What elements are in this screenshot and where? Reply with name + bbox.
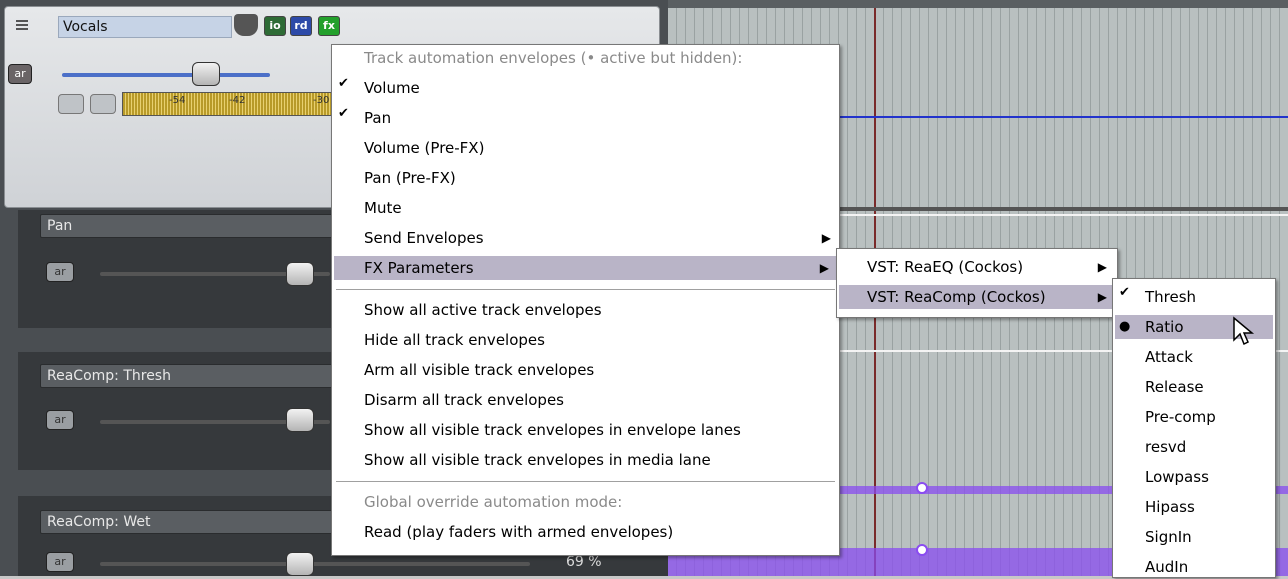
param-item-signin[interactable]: SignIn (1145, 525, 1192, 549)
submenu-item-label: VST: ReaComp (Cockos) (867, 288, 1046, 306)
menu-item-volume[interactable]: Volume (364, 76, 420, 100)
menu-item-show-in-lanes[interactable]: Show all visible track envelopes in enve… (364, 418, 741, 442)
fx-button[interactable]: fx (318, 16, 340, 36)
menu-item-volume-prefx[interactable]: Volume (Pre-FX) (364, 136, 484, 160)
menu-item-pan-prefx[interactable]: Pan (Pre-FX) (364, 166, 456, 190)
track-name-field[interactable]: Vocals (58, 16, 232, 38)
menu-separator (336, 289, 835, 290)
menu-item-label: FX Parameters (364, 259, 474, 277)
mute-icon[interactable] (58, 94, 84, 114)
submenu-arrow-icon: ▶ (1097, 260, 1107, 274)
param-item-attack[interactable]: Attack (1145, 345, 1193, 369)
route-button[interactable]: rd (290, 16, 312, 36)
menu-separator (336, 481, 835, 482)
check-icon: ✔ (1119, 285, 1130, 300)
lane-slider-knob[interactable] (286, 552, 314, 576)
lane-arm-button[interactable]: ar (46, 262, 74, 282)
menu-item-show-in-media-lane[interactable]: Show all visible track envelopes in medi… (364, 448, 711, 472)
track-menu-icon[interactable] (10, 18, 28, 34)
envelope-icon[interactable] (234, 14, 258, 36)
menu-item-pan[interactable]: Pan (364, 106, 391, 130)
meter-tick: -42 (229, 95, 246, 106)
mouse-cursor-icon (1233, 316, 1255, 346)
timeline-ruler (668, 0, 1288, 8)
io-button[interactable]: io (264, 16, 286, 36)
lane-label: Pan (40, 214, 348, 238)
lane-arm-button[interactable]: ar (46, 410, 74, 430)
menu-item-mute[interactable]: Mute (364, 196, 402, 220)
lane-slider-knob[interactable] (286, 408, 314, 432)
radio-dot-icon: ● (1119, 319, 1131, 334)
param-item-resvd[interactable]: resvd (1145, 435, 1186, 459)
menu-item-show-active[interactable]: Show all active track envelopes (364, 298, 602, 322)
menu-item-send-envelopes[interactable]: Send Envelopes ▶ (332, 226, 839, 250)
param-item-thresh[interactable]: Thresh (1145, 285, 1196, 309)
lane-slider-knob[interactable] (286, 262, 314, 286)
param-item-hipass[interactable]: Hipass (1145, 495, 1195, 519)
menu-header-global: Global override automation mode: (364, 493, 623, 511)
param-item-precomp[interactable]: Pre-comp (1145, 405, 1216, 429)
submenu-item-reaeq[interactable]: VST: ReaEQ (Cockos) ▶ (839, 255, 1115, 279)
automation-mode-button[interactable]: ar (8, 64, 32, 84)
lane-label: ReaComp: Thresh (40, 364, 348, 388)
menu-item-fx-parameters[interactable]: FX Parameters ▶ (334, 256, 837, 280)
lane-arm-button[interactable]: ar (46, 552, 74, 572)
param-item-release[interactable]: Release (1145, 375, 1204, 399)
menu-item-arm-visible[interactable]: Arm all visible track envelopes (364, 358, 594, 382)
level-meter: -54 -42 -30 (122, 92, 340, 116)
lane-value: 69 % (566, 554, 602, 570)
menu-header: Track automation envelopes (• active but… (364, 49, 743, 67)
param-item-label: Ratio (1145, 318, 1184, 336)
fx-submenu: VST: ReaEQ (Cockos) ▶ VST: ReaComp (Cock… (836, 248, 1118, 318)
menu-item-hide-all[interactable]: Hide all track envelopes (364, 328, 545, 352)
submenu-item-reacomp[interactable]: VST: ReaComp (Cockos) ▶ (839, 285, 1115, 309)
submenu-arrow-icon: ▶ (819, 261, 829, 275)
check-icon: ✔ (338, 76, 349, 91)
lane-slider-track[interactable] (100, 562, 530, 566)
menu-item-global-read[interactable]: Read (play faders with armed envelopes) (364, 520, 673, 544)
menu-item-disarm-all[interactable]: Disarm all track envelopes (364, 388, 564, 412)
lane-label: ReaComp: Wet (40, 510, 348, 534)
menu-item-label: Send Envelopes (364, 229, 484, 247)
input-monitor-icon[interactable] (90, 94, 116, 114)
param-item-audin[interactable]: AudIn (1145, 555, 1188, 576)
submenu-arrow-icon: ▶ (821, 231, 831, 245)
submenu-item-label: VST: ReaEQ (Cockos) (867, 258, 1024, 276)
meter-tick: -30 (313, 95, 330, 106)
volume-slider-track[interactable] (62, 73, 270, 77)
envelope-point[interactable] (916, 544, 928, 556)
param-item-lowpass[interactable]: Lowpass (1145, 465, 1209, 489)
meter-tick: -54 (169, 95, 186, 106)
envelope-point[interactable] (916, 482, 928, 494)
envelope-context-menu: Track automation envelopes (• active but… (331, 44, 840, 556)
volume-slider-knob[interactable] (192, 62, 220, 86)
submenu-arrow-icon: ▶ (1097, 290, 1107, 304)
check-icon: ✔ (338, 106, 349, 121)
